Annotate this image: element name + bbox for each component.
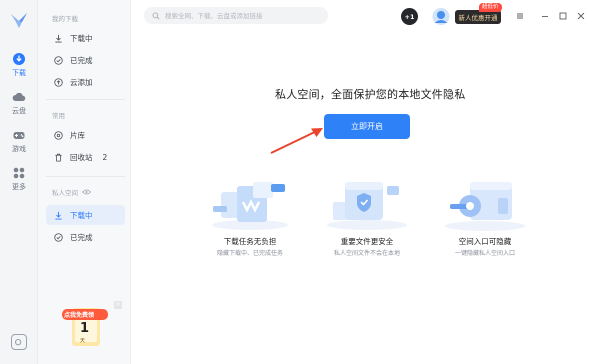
grid-icon — [13, 167, 25, 179]
trash-icon — [55, 153, 62, 162]
sidebar-item-private-completed[interactable]: 已完成 — [46, 227, 125, 247]
feature-description: 一键隐藏私人空间入口 — [454, 250, 515, 257]
feature-description: 私人空间文件不会在本地 — [333, 250, 400, 257]
feature-title: 空间入口可隐藏 — [458, 237, 512, 246]
download-arrow-icon — [55, 211, 62, 220]
check-circle-icon — [54, 232, 63, 242]
rail-item-games[interactable]: 游戏 — [0, 128, 38, 154]
search-input[interactable] — [165, 11, 325, 20]
app-logo-icon — [11, 13, 27, 28]
section-heading-label: 私人空间 — [52, 189, 78, 197]
close-icon[interactable] — [576, 11, 586, 21]
check-circle-icon — [54, 55, 63, 65]
promo-top-text: 点我免费领 — [64, 312, 95, 319]
search-icon — [152, 12, 160, 20]
download-icon — [13, 53, 25, 65]
rail-item-download[interactable]: 下载 — [0, 52, 38, 78]
eye-icon[interactable] — [82, 189, 91, 195]
sidebar-item-recycle-bin[interactable]: 回收站 2 — [46, 147, 125, 167]
feature-description: 隐藏下载中、已完成任务 — [216, 250, 283, 257]
sidebar-item-label: 云添加 — [70, 77, 93, 87]
sidebar-item-private-downloading[interactable]: 下载中 — [46, 205, 125, 225]
rail-item-label: 更多 — [12, 183, 26, 191]
sidebar-item-cloud-add[interactable]: 云添加 — [46, 72, 125, 92]
sidebar-item-label: 下载中 — [70, 33, 93, 43]
sidebar-item-label: 已完成 — [70, 232, 93, 242]
cloud-icon — [12, 92, 26, 102]
sidebar-item-label: 片库 — [70, 130, 85, 140]
rail-item-more[interactable]: 更多 — [0, 166, 38, 192]
hidden-entry-illustration — [445, 182, 525, 231]
search-bar[interactable] — [144, 7, 328, 24]
download-arrow-icon — [55, 34, 62, 43]
secure-files-illustration — [327, 182, 407, 230]
sidebar-item-label: 回收站 — [70, 152, 93, 162]
rail-item-label: 云盘 — [12, 107, 26, 115]
film-icon — [54, 130, 63, 140]
gamepad-icon — [13, 132, 25, 139]
pointer-arrow-icon — [270, 128, 323, 154]
nav-rail: 下载 云盘 游戏 更多 — [0, 0, 38, 364]
free-trial-promo[interactable]: 点我免费领 1 天 — [60, 300, 110, 350]
sidebar-item-completed[interactable]: 已完成 — [46, 50, 125, 70]
promo-day-number: 1 — [80, 321, 90, 336]
feature-title: 重要文件更安全 — [340, 237, 394, 246]
enable-private-space-button[interactable]: 立即开启 — [324, 114, 410, 139]
rail-item-cloud[interactable]: 云盘 — [0, 90, 38, 116]
sidebar-item-label: 已完成 — [70, 55, 93, 65]
vip-upgrade-button[interactable]: 新人优惠开通 — [455, 10, 501, 24]
cloud-upload-icon — [54, 77, 63, 87]
page-title: 私人空间，全面保护您的本地文件隐私 — [275, 88, 466, 101]
sidebar-item-film-library[interactable]: 片库 — [46, 125, 125, 145]
sidebar-item-label: 下载中 — [70, 210, 93, 220]
section-heading-common: 常用 — [52, 112, 65, 120]
rail-item-label: 下载 — [12, 69, 26, 77]
promo-close-button[interactable]: × — [114, 301, 122, 309]
avatar[interactable] — [431, 7, 451, 26]
feature-title: 下载任务无负担 — [223, 237, 277, 246]
section-heading-private: 私人空间 — [52, 187, 91, 197]
sidebar-divider — [46, 99, 125, 100]
points-badge[interactable]: +1 — [401, 8, 418, 25]
hidden-tasks-illustration — [212, 182, 288, 230]
minimize-icon[interactable] — [540, 11, 550, 21]
sidebar-item-downloading[interactable]: 下载中 — [46, 28, 125, 48]
menu-icon[interactable] — [515, 11, 525, 21]
settings-button[interactable] — [11, 334, 27, 350]
rail-item-label: 游戏 — [12, 145, 26, 153]
promo-day-unit: 天 — [80, 338, 86, 344]
vip-discount-tag: 超低价 — [479, 3, 502, 12]
recycle-count-badge: 2 — [102, 152, 108, 162]
maximize-icon[interactable] — [558, 11, 568, 21]
section-heading-my-downloads: 我的下载 — [52, 15, 78, 23]
sidebar-divider — [46, 176, 125, 177]
feedback-icon — [14, 338, 22, 346]
